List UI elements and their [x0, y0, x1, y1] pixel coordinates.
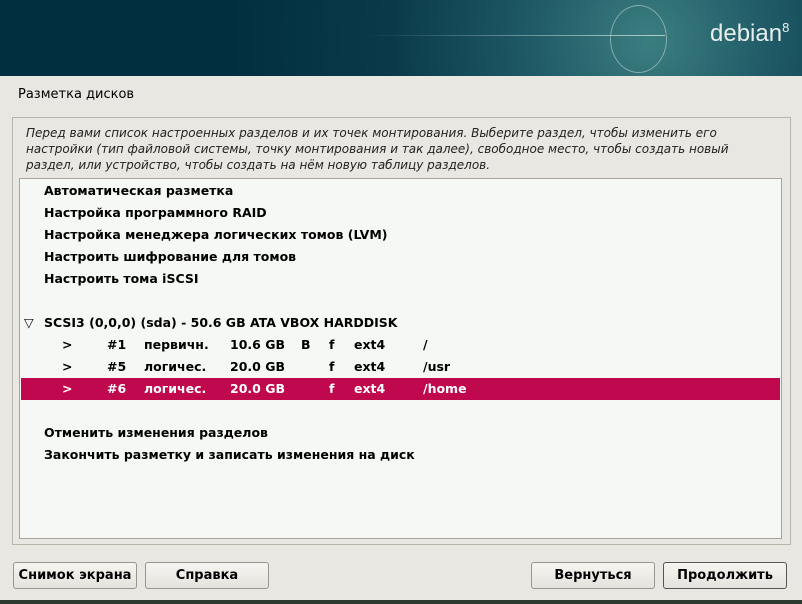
menu-label: Автоматическая разметка — [44, 183, 234, 198]
chevron-right-icon: > — [62, 359, 73, 374]
screenshot-button[interactable]: Снимок экрана — [13, 562, 137, 589]
format-flag: f — [329, 381, 335, 396]
format-flag: f — [329, 337, 335, 352]
help-button[interactable]: Справка — [145, 562, 269, 589]
menu-item-auto[interactable]: Автоматическая разметка — [21, 180, 780, 202]
boot-flag: B — [301, 337, 311, 352]
menu-label: Закончить разметку и записать изменения … — [44, 447, 415, 462]
partition-number: #6 — [107, 381, 127, 396]
debian-swirl-icon — [610, 5, 667, 73]
partition-size: 10.6 GB — [230, 337, 285, 352]
partition-size: 20.0 GB — [230, 381, 285, 396]
expand-triangle-icon[interactable]: ▽ — [24, 312, 34, 334]
disk-label: SCSI3 (0,0,0) (sda) - 50.6 GB ATA VBOX H… — [44, 315, 398, 330]
page-title: Разметка дисков — [18, 87, 135, 102]
menu-item-lvm[interactable]: Настройка менеджера логических томов (LV… — [21, 224, 780, 246]
logo-version: 8 — [782, 20, 790, 35]
partition-type: первичн. — [144, 337, 209, 352]
description: Перед вами список настроенных разделов и… — [26, 126, 729, 172]
menu-item-raid[interactable]: Настройка программного RAID — [21, 202, 780, 224]
partition-row-selected[interactable]: > #6 логичес. 20.0 GB f ext4 /home — [21, 378, 780, 400]
continue-button[interactable]: Продолжить — [663, 562, 787, 589]
filesystem: ext4 — [354, 337, 386, 352]
partition-list[interactable]: Автоматическая разметка Настройка програ… — [19, 178, 782, 539]
mount-point: / — [423, 337, 428, 352]
partition-number: #5 — [107, 359, 127, 374]
partition-type: логичес. — [144, 359, 207, 374]
menu-label: Отменить изменения разделов — [44, 425, 268, 440]
menu-label: Настроить шифрование для томов — [44, 249, 297, 264]
mount-point: /home — [423, 381, 467, 396]
filesystem: ext4 — [354, 381, 386, 396]
bottom-border — [0, 600, 802, 604]
partition-type: логичес. — [144, 381, 207, 396]
menu-item-iscsi[interactable]: Настроить тома iSCSI — [21, 268, 780, 290]
menu-label: Настройка менеджера логических томов (LV… — [44, 227, 388, 242]
partition-size: 20.0 GB — [230, 359, 285, 374]
format-flag: f — [329, 359, 335, 374]
back-button[interactable]: Вернуться — [531, 562, 655, 589]
menu-label: Настройка программного RAID — [44, 205, 267, 220]
debian-logo: debian8 — [710, 20, 789, 48]
chevron-right-icon: > — [62, 337, 73, 352]
logo-text: debian — [710, 20, 783, 47]
disk-row[interactable]: ▽ SCSI3 (0,0,0) (sda) - 50.6 GB ATA VBOX… — [21, 312, 780, 334]
partition-row[interactable]: > #5 логичес. 20.0 GB f ext4 /usr — [21, 356, 780, 378]
menu-label: Настроить тома iSCSI — [44, 271, 199, 286]
undo-changes-item[interactable]: Отменить изменения разделов — [21, 422, 780, 444]
chevron-right-icon: > — [62, 381, 73, 396]
header-banner: debian8 — [0, 0, 802, 76]
finish-partitioning-item[interactable]: Закончить разметку и записать изменения … — [21, 444, 780, 466]
partition-number: #1 — [107, 337, 127, 352]
filesystem: ext4 — [354, 359, 386, 374]
menu-item-encryption[interactable]: Настроить шифрование для томов — [21, 246, 780, 268]
partition-row[interactable]: > #1 первичн. 10.6 GB B f ext4 / — [21, 334, 780, 356]
mount-point: /usr — [423, 359, 451, 374]
